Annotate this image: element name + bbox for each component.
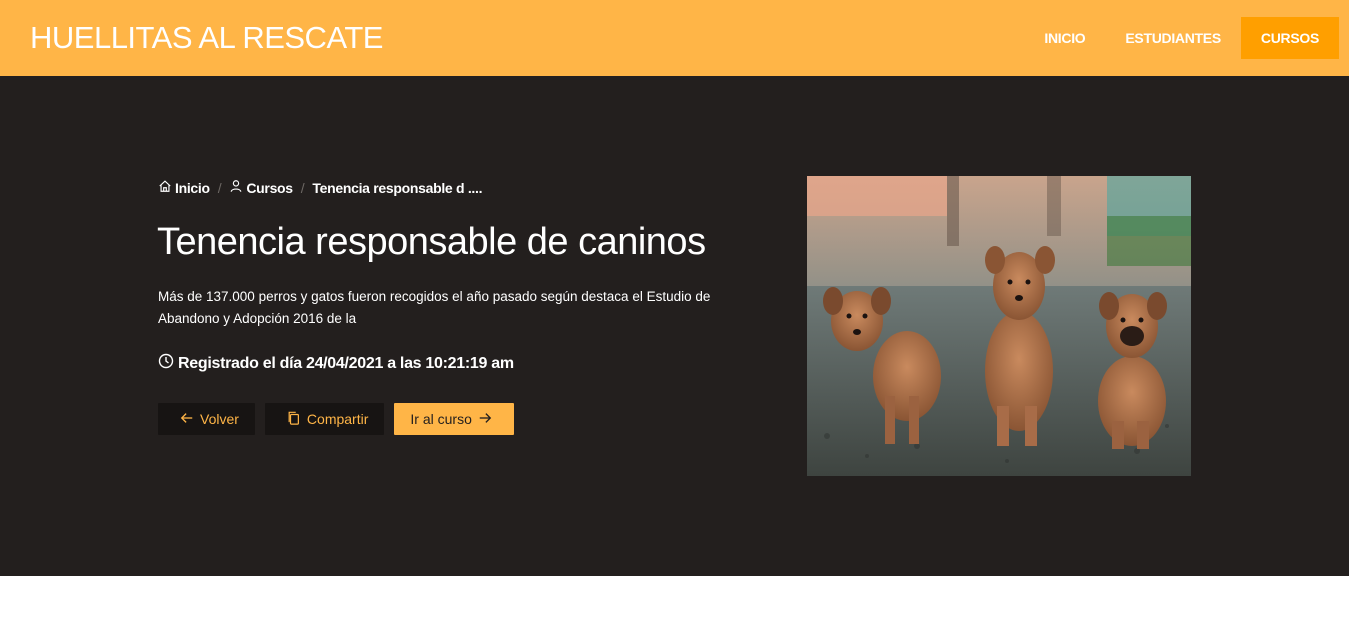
puppies-photo	[807, 176, 1191, 476]
course-title: Tenencia responsable de caninos	[157, 221, 706, 263]
clock-icon	[158, 353, 178, 374]
copy-icon	[281, 411, 307, 428]
breadcrumb-separator: /	[300, 179, 305, 196]
back-button-label: Volver	[200, 411, 239, 427]
arrow-left-icon	[174, 411, 200, 428]
breadcrumb-label: Cursos	[246, 179, 293, 196]
top-navbar: HUELLITAS AL RESCATE INICIO ESTUDIANTES …	[0, 0, 1349, 76]
brand-logo[interactable]: HUELLITAS AL RESCATE	[30, 20, 383, 56]
breadcrumb-label: Inicio	[175, 179, 210, 196]
course-description: Más de 137.000 perros y gatos fueron rec…	[158, 289, 711, 326]
back-button[interactable]: Volver	[158, 403, 255, 435]
nav-item-cursos[interactable]: CURSOS	[1240, 17, 1339, 59]
breadcrumb-separator: /	[217, 179, 222, 196]
course-image	[807, 176, 1191, 476]
breadcrumb-label: Tenencia responsable d ....	[312, 179, 483, 196]
arrow-right-icon	[472, 411, 498, 428]
user-icon	[229, 179, 246, 196]
registration-date: Registrado el día 24/04/2021 a las 10:21…	[158, 353, 514, 374]
breadcrumb: Inicio / Cursos / Tenencia responsable d…	[158, 179, 483, 196]
go-to-course-label: Ir al curso	[410, 411, 472, 427]
breadcrumb-item-current: Tenencia responsable d ....	[312, 180, 482, 196]
nav-item-inicio[interactable]: INICIO	[1024, 17, 1105, 59]
nav-item-estudiantes[interactable]: ESTUDIANTES	[1105, 17, 1241, 59]
go-to-course-button[interactable]: Ir al curso	[394, 403, 514, 435]
home-icon	[158, 179, 175, 196]
course-hero: Inicio / Cursos / Tenencia responsable d…	[0, 76, 1349, 576]
share-button-label: Compartir	[306, 411, 369, 427]
registration-text: Registrado el día 24/04/2021 a las 10:21…	[178, 354, 514, 372]
breadcrumb-item-inicio[interactable]: Inicio	[158, 179, 210, 196]
action-buttons: Volver Compartir Ir al curso	[158, 403, 514, 435]
puppy-right	[1098, 292, 1167, 449]
share-button[interactable]: Compartir	[264, 403, 385, 435]
main-nav: INICIO ESTUDIANTES CURSOS	[1024, 0, 1339, 76]
breadcrumb-item-cursos[interactable]: Cursos	[229, 179, 293, 196]
